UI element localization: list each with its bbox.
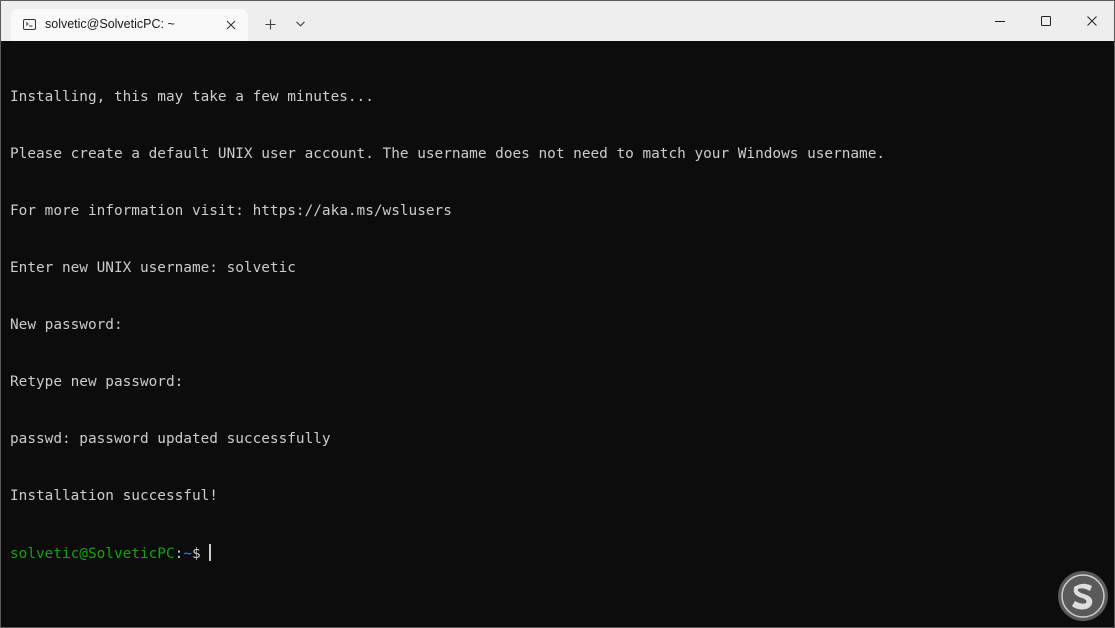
minimize-icon [995,21,1005,22]
chevron-down-icon [295,21,305,27]
solvetic-logo [1058,571,1108,621]
prompt-separator: : [174,546,184,562]
terminal-icon [23,19,36,30]
prompt-path: ~ [183,546,192,562]
title-bar[interactable]: solvetic@SolveticPC: ~ [1,1,1114,41]
tab-close-button[interactable] [222,16,240,34]
tab-title: solvetic@SolveticPC: ~ [45,17,175,31]
plus-icon [265,19,275,29]
terminal-line: Installing, this may take a few minutes.… [10,89,374,105]
tab-dropdown-button[interactable] [291,15,309,33]
maximize-icon [1041,16,1051,26]
close-icon [226,20,236,30]
prompt-line[interactable]: solvetic@SolveticPC:~$ [10,544,1108,563]
terminal-line: New password: [10,317,123,333]
terminal-line: Retype new password: [10,374,184,390]
prompt-symbol: $ [191,546,201,562]
terminal-line: passwd: password updated successfully [10,431,331,447]
terminal-window: solvetic@SolveticPC: ~ Installing, this … [0,0,1115,628]
prompt-user-host: solvetic@SolveticPC [10,546,175,562]
terminal-line: Enter new UNIX username: solvetic [10,260,296,276]
terminal-line: Installation successful! [10,488,218,504]
close-icon [1087,16,1097,26]
minimize-button[interactable] [977,1,1023,41]
close-button[interactable] [1069,1,1115,41]
tab-active[interactable]: solvetic@SolveticPC: ~ [11,9,248,41]
maximize-button[interactable] [1023,1,1069,41]
text-cursor [208,544,211,561]
terminal-line: Please create a default UNIX user accoun… [10,146,886,162]
new-tab-button[interactable] [261,15,279,33]
terminal-output[interactable]: Installing, this may take a few minutes.… [10,50,1108,621]
terminal-line: For more information visit: https://aka.… [10,203,452,219]
